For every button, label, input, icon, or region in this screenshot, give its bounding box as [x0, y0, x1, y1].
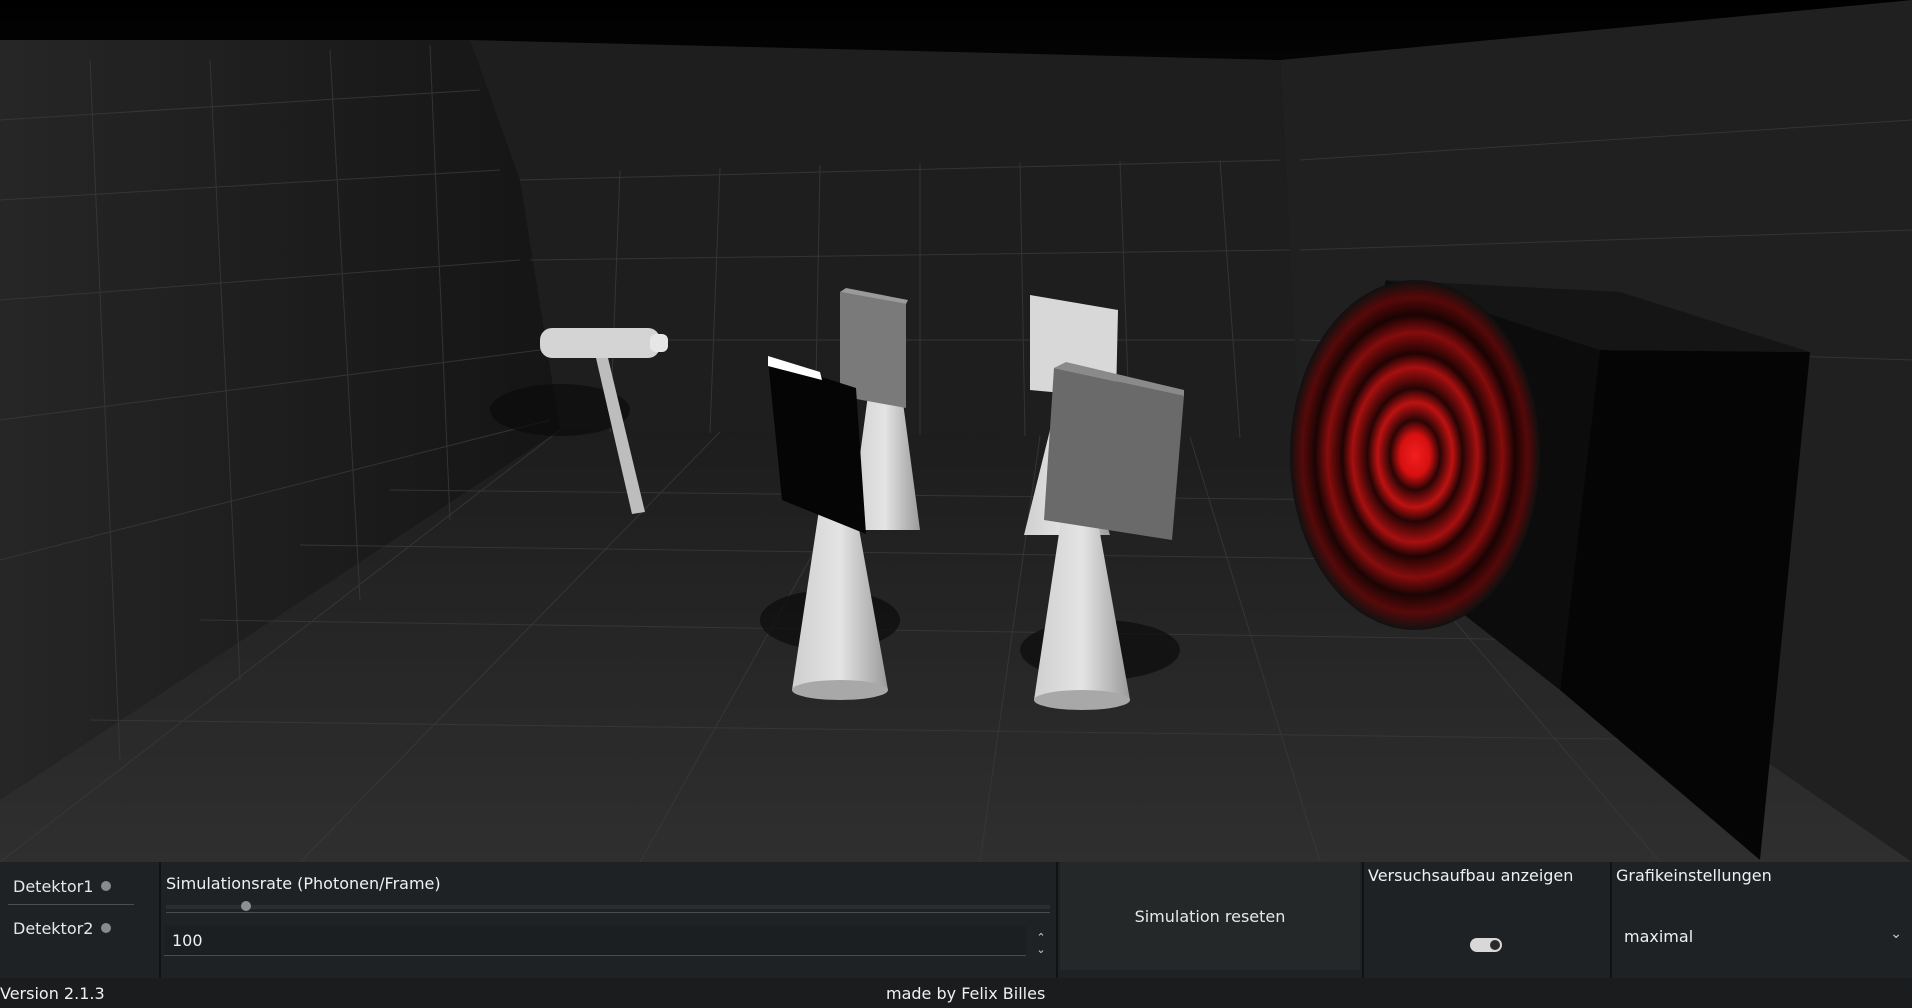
reset-simulation-button[interactable]: Simulation reseten — [1060, 862, 1360, 970]
toggle-knob — [1490, 940, 1500, 950]
show-setup-toggle[interactable] — [1470, 938, 1502, 952]
detector-1-toggle[interactable]: Detektor1 — [0, 866, 160, 906]
graphics-settings-label: Grafikeinstellungen — [1616, 866, 1772, 885]
version-label: Version 2.1.3 — [0, 984, 105, 1003]
detector-1-indicator[interactable] — [101, 881, 112, 891]
detector-2-indicator[interactable] — [101, 923, 112, 933]
simulation-rate-input[interactable] — [164, 926, 1026, 956]
simulation-rate-label: Simulationsrate (Photonen/Frame) — [166, 874, 441, 893]
credit-label: made by Felix Billes — [886, 984, 1046, 1003]
control-panel: Detektor1 Detektor2 Simulationsrate (Pho… — [0, 862, 1912, 978]
chevron-down-icon: ⌄ — [1890, 926, 1902, 942]
show-setup-label: Versuchsaufbau anzeigen — [1368, 866, 1574, 885]
detector-2-toggle[interactable]: Detektor2 — [0, 908, 160, 948]
3d-simulation-viewport[interactable] — [0, 0, 1912, 862]
simulation-rate-slider-thumb[interactable] — [240, 901, 251, 911]
detector-1-label: Detektor1 — [13, 876, 94, 896]
graphics-quality-value: maximal — [1624, 926, 1694, 946]
detector-2-label: Detektor2 — [13, 918, 94, 938]
decrement-icon[interactable]: ⌄ — [1034, 944, 1048, 956]
interference-pattern — [1290, 280, 1540, 630]
footer: Version 2.1.3 made by Felix Billes — [0, 978, 1912, 1008]
graphics-quality-select[interactable]: maximal ⌄ — [1612, 916, 1908, 956]
slider-divider — [166, 912, 1050, 913]
detector-divider — [8, 904, 134, 905]
simulation-rate-slider[interactable] — [166, 905, 1050, 909]
